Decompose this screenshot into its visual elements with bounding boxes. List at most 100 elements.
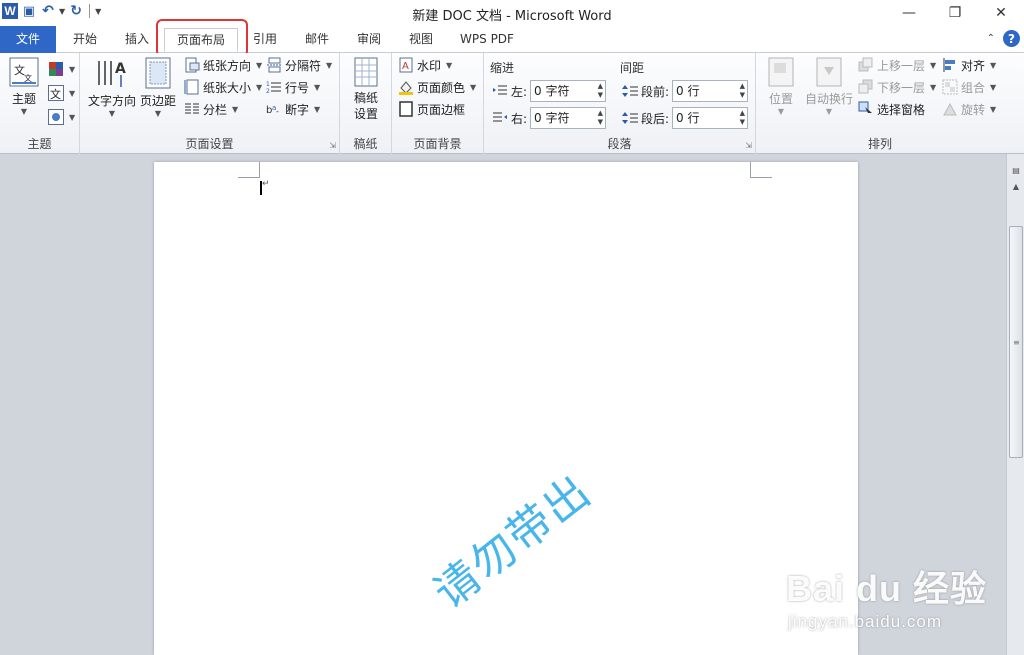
selection-pane-icon xyxy=(858,101,872,117)
text-direction-button[interactable]: A 文字方向 ▼ xyxy=(86,57,138,118)
indent-right-spin-icon[interactable]: ▲ ▼ xyxy=(598,109,603,127)
indent-left-spin-icon[interactable]: ▲ ▼ xyxy=(598,82,603,100)
paragraph-launcher-icon[interactable]: ⇲ xyxy=(745,141,752,150)
theme-fonts-icon: 文 xyxy=(48,85,64,101)
manuscript-settings-button[interactable]: 稿纸 设置 xyxy=(346,57,386,122)
wrap-text-dropdown-icon: ▼ xyxy=(825,107,833,116)
text-direction-dropdown-icon: ▼ xyxy=(108,109,116,118)
text-direction-label: 文字方向 xyxy=(87,94,136,108)
group-objects-button[interactable]: 组合 ▼ xyxy=(942,77,996,97)
minimize-button[interactable]: — xyxy=(886,0,932,26)
tab-wps-pdf[interactable]: WPS PDF xyxy=(452,28,522,52)
indent-right-input[interactable]: 0 字符 ▲ ▼ xyxy=(530,107,607,129)
spacing-after-icon xyxy=(622,112,638,124)
rotate-label: 旋转 xyxy=(961,102,986,117)
wrap-text-icon xyxy=(816,57,842,87)
highlight-box xyxy=(156,19,248,57)
page-borders-button[interactable]: 页面边框 xyxy=(398,99,465,119)
indent-left-label: 左: xyxy=(511,84,528,99)
spacing-after-spin-icon[interactable]: ▲ ▼ xyxy=(740,109,745,127)
manuscript-label-line1: 稿纸 xyxy=(353,91,378,105)
indent-right-label: 右: xyxy=(511,111,528,126)
tab-home[interactable]: 开始 xyxy=(62,28,108,52)
tab-references[interactable]: 引用 xyxy=(244,28,286,52)
line-numbers-button[interactable]: 12 行号 ▼ xyxy=(266,77,320,97)
tab-view[interactable]: 视图 xyxy=(400,28,442,52)
spacing-before-row: 段前: 0 行 ▲ ▼ xyxy=(622,80,749,102)
columns-button[interactable]: 分栏 ▼ xyxy=(184,99,238,119)
indent-left-input[interactable]: 0 字符 ▲ ▼ xyxy=(530,80,607,102)
spacing-after-input[interactable]: 0 行 ▲ ▼ xyxy=(672,107,749,129)
baidu-jingyan-watermark: Bai du 经验 jingyan.baidu.com xyxy=(786,560,987,632)
send-backward-button[interactable]: 下移一层 ▼ xyxy=(858,77,936,97)
close-button[interactable]: ✕ xyxy=(978,0,1024,26)
watermark-label: 水印 xyxy=(417,58,442,73)
bring-forward-icon xyxy=(858,57,873,72)
page-setup-launcher-icon[interactable]: ⇲ xyxy=(329,141,336,150)
size-label: 纸张大小 xyxy=(203,80,252,95)
tab-file[interactable]: 文件 xyxy=(0,26,56,53)
bring-forward-label: 上移一层 xyxy=(877,58,926,73)
theme-effects-button[interactable]: ▼ xyxy=(48,107,75,127)
selection-pane-button[interactable]: 选择窗格 xyxy=(858,99,925,119)
spacing-before-spin-icon[interactable]: ▲ ▼ xyxy=(740,82,745,100)
restore-button[interactable]: ❐ xyxy=(932,0,978,26)
svg-text:文: 文 xyxy=(50,87,61,101)
theme-effects-icon xyxy=(48,109,64,125)
svg-text:A: A xyxy=(115,61,126,77)
hyphenation-label: 断字 xyxy=(285,102,310,117)
title-bar: W ▣ ↶ ▼ ↻ ▼ 新建 DOC 文档 - Microsoft Word —… xyxy=(0,0,1024,26)
tab-insert[interactable]: 插入 xyxy=(114,28,160,52)
ruler-toggle-icon[interactable]: ▤ xyxy=(1009,164,1023,178)
spacing-heading: 间距 xyxy=(620,61,645,75)
wrap-text-button[interactable]: 自动换行 ▼ xyxy=(804,57,854,116)
watermark-button[interactable]: A 水印 ▼ xyxy=(398,55,452,75)
help-icon[interactable]: ? xyxy=(1003,30,1020,47)
position-button[interactable]: 位置 ▼ xyxy=(762,57,800,116)
group-page-background-label: 页面背景 xyxy=(413,137,462,151)
hyphenation-button[interactable]: ba- 断字 ▼ xyxy=(266,99,320,119)
theme-colors-button[interactable]: ▼ xyxy=(48,59,75,79)
page-color-button[interactable]: 页面颜色 ▼ xyxy=(398,77,476,97)
group-page-setup: A 文字方向 ▼ 页边距 ▼ 纸张方向 ▼ 纸张大小 ▼ 分栏 ▼ 分隔符 ▼ 12 xyxy=(80,53,340,154)
spacing-before-input[interactable]: 0 行 ▲ ▼ xyxy=(672,80,749,102)
tab-review[interactable]: 审阅 xyxy=(348,28,390,52)
paper-size-icon xyxy=(184,79,199,95)
bring-forward-button[interactable]: 上移一层 ▼ xyxy=(858,55,936,75)
theme-fonts-button[interactable]: 文 ▼ xyxy=(48,83,75,103)
orientation-icon xyxy=(185,57,200,73)
watermark-icon: A xyxy=(399,57,413,73)
columns-label: 分栏 xyxy=(203,102,228,117)
tab-mailings[interactable]: 邮件 xyxy=(296,28,338,52)
breaks-button[interactable]: 分隔符 ▼ xyxy=(266,55,332,75)
position-label: 位置 xyxy=(768,92,793,106)
margins-dropdown-icon: ▼ xyxy=(154,109,162,118)
align-button[interactable]: 对齐 ▼ xyxy=(942,55,996,75)
crop-mark-top-right xyxy=(750,162,772,178)
page-color-label: 页面颜色 xyxy=(417,80,466,95)
send-backward-label: 下移一层 xyxy=(877,80,926,95)
themes-icon: 文文 xyxy=(9,57,39,87)
collapse-ribbon-icon[interactable]: ⌃ xyxy=(987,33,995,44)
size-button[interactable]: 纸张大小 ▼ xyxy=(184,77,262,97)
margins-icon xyxy=(145,57,171,89)
spacing-before-label: 段前: xyxy=(641,84,670,99)
window-title: 新建 DOC 文档 - Microsoft Word xyxy=(412,9,612,24)
hyphenation-icon: ba- xyxy=(266,104,279,116)
scroll-up-icon[interactable]: ▲ xyxy=(1009,180,1023,194)
wrap-text-label: 自动换行 xyxy=(804,92,853,106)
group-manuscript: 稿纸 设置 稿纸 xyxy=(340,53,392,154)
position-icon xyxy=(768,57,794,87)
scroll-thumb[interactable]: ≡ xyxy=(1009,226,1023,458)
scroll-grip-icon: ≡ xyxy=(1013,338,1020,347)
margins-button[interactable]: 页边距 ▼ xyxy=(138,57,178,118)
rotate-icon xyxy=(943,102,957,116)
vertical-scrollbar[interactable]: ▤ ▲ ≡ xyxy=(1006,154,1024,655)
manuscript-label-line2: 设置 xyxy=(353,107,378,121)
text-direction-icon: A xyxy=(98,61,126,87)
indent-right-icon xyxy=(493,112,507,122)
margins-label: 页边距 xyxy=(139,94,176,108)
rotate-button[interactable]: 旋转 ▼ xyxy=(942,99,996,119)
orientation-button[interactable]: 纸张方向 ▼ xyxy=(184,55,262,75)
themes-button[interactable]: 文文 主题 ▼ xyxy=(6,57,42,116)
